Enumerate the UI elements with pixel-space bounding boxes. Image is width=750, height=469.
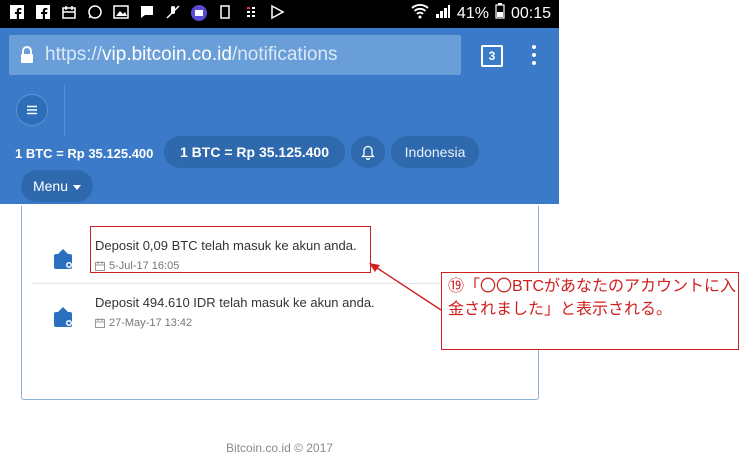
annotation-text: ⑲「〇〇BTCがあなたのアカウントに入金されました」と表示される。	[448, 278, 737, 318]
annotation-arrow	[369, 263, 442, 311]
annotation-callout: ⑲「〇〇BTCがあなたのアカウントに入金されました」と表示される。	[441, 272, 739, 350]
